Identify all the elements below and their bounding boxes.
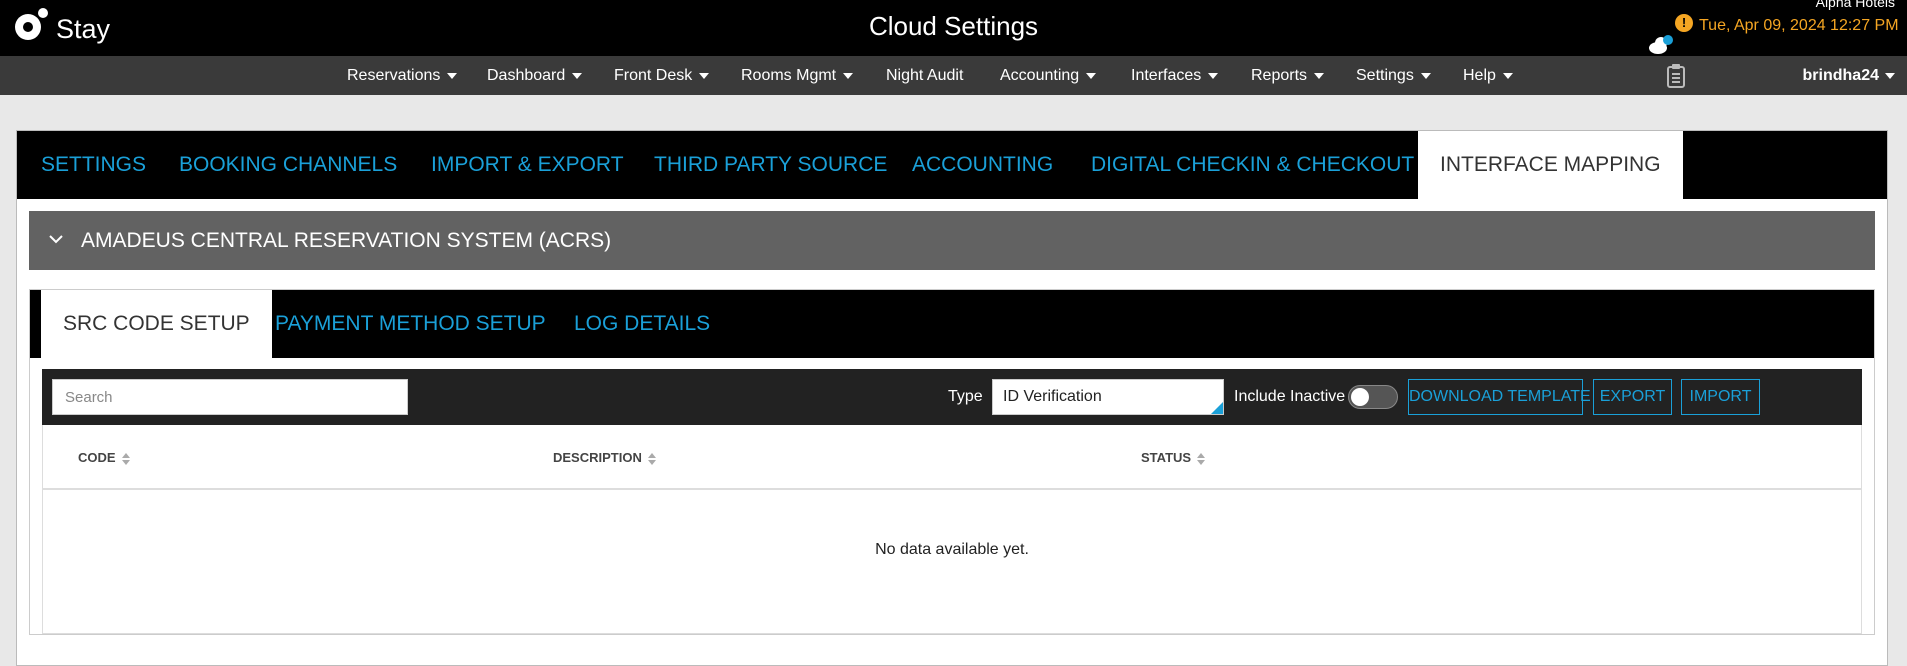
- nav-rooms-mgmt[interactable]: Rooms Mgmt: [741, 56, 854, 95]
- chevron-down-icon: [1314, 72, 1325, 79]
- section-title: AMADEUS CENTRAL RESERVATION SYSTEM (ACRS…: [81, 229, 612, 252]
- include-inactive-toggle[interactable]: [1348, 385, 1398, 409]
- import-button[interactable]: IMPORT: [1681, 379, 1760, 415]
- tab-settings[interactable]: SETTINGS: [41, 131, 146, 199]
- tab-log-details[interactable]: LOG DETAILS: [574, 290, 710, 358]
- column-code[interactable]: CODE: [78, 425, 130, 490]
- nav-dashboard[interactable]: Dashboard: [487, 56, 583, 95]
- toggle-knob: [1351, 388, 1369, 406]
- sort-icon: [121, 452, 130, 465]
- chevron-down-icon: [49, 235, 63, 244]
- settings-tabs: SETTINGS BOOKING CHANNELS IMPORT & EXPOR…: [17, 131, 1887, 199]
- chevron-down-icon: [1086, 72, 1097, 79]
- tab-accounting[interactable]: ACCOUNTING: [912, 131, 1053, 199]
- chevron-down-icon: [1420, 72, 1431, 79]
- column-description[interactable]: DESCRIPTION: [553, 425, 656, 490]
- chevron-down-icon: [1208, 72, 1219, 79]
- table-header: CODE DESCRIPTION STATUS: [42, 425, 1862, 490]
- top-bar: Stay Cloud Settings Alpha Hotels ! Tue, …: [0, 0, 1907, 56]
- tab-digital-checkin-checkout[interactable]: DIGITAL CHECKIN & CHECKOUT: [1091, 131, 1414, 199]
- dropdown-corner-icon: [1211, 402, 1223, 414]
- mapping-subtabs: SRC CODE SETUP PAYMENT METHOD SETUP LOG …: [30, 290, 1874, 358]
- logo-text[interactable]: Stay: [56, 14, 110, 45]
- tab-import-export[interactable]: IMPORT & EXPORT: [431, 131, 624, 199]
- nav-night-audit[interactable]: Night Audit: [886, 56, 963, 95]
- cloud-sync-icon[interactable]: [1648, 33, 1674, 55]
- tab-src-code-setup[interactable]: SRC CODE SETUP: [41, 290, 272, 358]
- nav-reservations[interactable]: Reservations: [347, 56, 458, 95]
- empty-state-message: No data available yet.: [875, 541, 1029, 558]
- nav-settings[interactable]: Settings: [1356, 56, 1431, 95]
- alert-icon[interactable]: !: [1675, 14, 1693, 32]
- table-body: No data available yet.: [42, 490, 1862, 634]
- type-label: Type: [948, 388, 983, 405]
- main-nav: Reservations Dashboard Front Desk Rooms …: [0, 56, 1907, 95]
- tab-payment-method-setup[interactable]: PAYMENT METHOD SETUP: [275, 290, 546, 358]
- include-inactive-label: Include Inactive: [1234, 388, 1346, 405]
- chevron-down-icon: [699, 72, 710, 79]
- acrs-content: SRC CODE SETUP PAYMENT METHOD SETUP LOG …: [29, 289, 1875, 635]
- search-input[interactable]: [52, 379, 408, 415]
- tab-third-party-source[interactable]: THIRD PARTY SOURCE: [654, 131, 887, 199]
- nav-help[interactable]: Help: [1463, 56, 1513, 95]
- chevron-down-icon: [1885, 72, 1895, 79]
- chevron-down-icon: [1502, 72, 1513, 79]
- chevron-down-icon: [843, 72, 854, 79]
- chevron-down-icon: [447, 72, 458, 79]
- nav-accounting[interactable]: Accounting: [1000, 56, 1097, 95]
- sort-icon: [1197, 452, 1206, 465]
- tab-booking-channels[interactable]: BOOKING CHANNELS: [179, 131, 397, 199]
- type-select[interactable]: ID Verification: [992, 379, 1224, 415]
- type-select-value: ID Verification: [1003, 388, 1102, 405]
- download-template-button[interactable]: DOWNLOAD TEMPLATE: [1408, 379, 1591, 415]
- settings-panel: SETTINGS BOOKING CHANNELS IMPORT & EXPOR…: [16, 130, 1888, 666]
- clipboard-icon[interactable]: [1667, 64, 1685, 88]
- column-status[interactable]: STATUS: [1141, 425, 1206, 490]
- hotel-name[interactable]: Alpha Hotels: [1816, 0, 1895, 10]
- current-datetime: Tue, Apr 09, 2024 12:27 PM: [1699, 17, 1899, 34]
- tab-interface-mapping[interactable]: INTERFACE MAPPING: [1418, 131, 1683, 199]
- acrs-section-header[interactable]: AMADEUS CENTRAL RESERVATION SYSTEM (ACRS…: [29, 211, 1875, 270]
- export-button[interactable]: EXPORT: [1593, 379, 1672, 415]
- app-logo-icon[interactable]: [12, 7, 48, 43]
- filter-toolbar: Type ID Verification Include Inactive DO…: [42, 369, 1862, 425]
- chevron-down-icon: [572, 72, 583, 79]
- sort-icon: [647, 452, 656, 465]
- nav-interfaces[interactable]: Interfaces: [1131, 56, 1219, 95]
- nav-front-desk[interactable]: Front Desk: [614, 56, 710, 95]
- page-title: Cloud Settings: [868, 11, 1039, 41]
- user-menu[interactable]: brindha24: [1803, 56, 1895, 95]
- nav-reports[interactable]: Reports: [1251, 56, 1325, 95]
